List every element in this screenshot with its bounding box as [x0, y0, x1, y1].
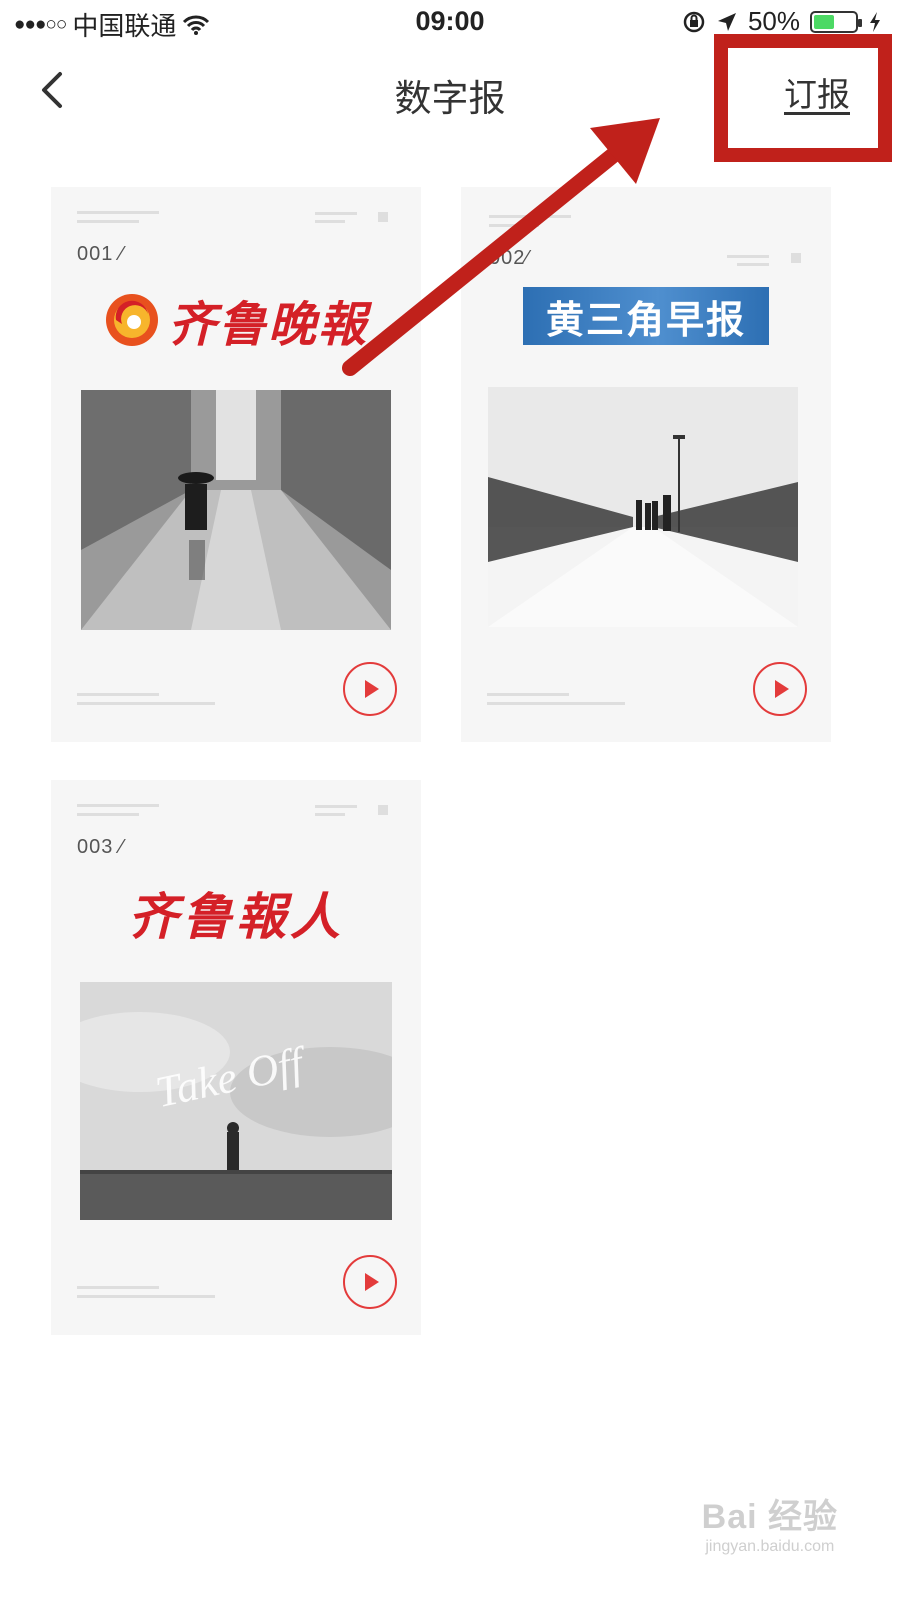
play-button[interactable] [753, 662, 807, 716]
play-button[interactable] [343, 1255, 397, 1309]
paper-name: 齐鲁報人 [128, 889, 344, 945]
decorative-line [487, 693, 569, 696]
status-right: 50% [682, 6, 882, 37]
decorative-line [77, 1295, 215, 1298]
paper-name: 齐鲁晚報 [167, 299, 368, 352]
decorative-line [489, 224, 539, 227]
annotation-highlight-box [714, 34, 892, 162]
battery-fill [814, 14, 834, 29]
decorative-line [727, 255, 769, 258]
baidu-jingyan-watermark: Bai 经验 jingyan.baidu.com [702, 1489, 838, 1556]
play-icon [365, 1273, 379, 1291]
watermark-brand: Bai 经验 [701, 1498, 838, 1536]
play-button[interactable] [343, 662, 397, 716]
paper-masthead: 黄三角早报 [461, 285, 831, 347]
charging-bolt-icon [870, 11, 880, 32]
decorative-line [315, 813, 345, 816]
qilu-logo-icon [105, 294, 158, 346]
cover-photo: Take Off [80, 982, 392, 1220]
decorative-square [378, 805, 388, 815]
orientation-lock-icon [683, 11, 705, 32]
decorative-line [489, 215, 571, 218]
decorative-line [487, 702, 625, 705]
watermark-url: jingyan.baidu.com [705, 1538, 835, 1555]
paper-masthead: 齐鲁晚報 [51, 287, 421, 353]
decorative-line [77, 702, 215, 705]
battery-icon [810, 10, 862, 33]
paper-number: 002⁄ [489, 247, 530, 269]
decorative-line [737, 263, 769, 266]
decorative-line [77, 1286, 159, 1289]
cover-photo [488, 387, 798, 627]
cover-photo [81, 390, 391, 630]
decorative-line [77, 804, 159, 807]
newspaper-card-yellow-delta-morning[interactable]: 002⁄ 黄三角早报 [461, 187, 831, 742]
battery-percent: 50% [747, 6, 800, 36]
decorative-line [315, 212, 357, 215]
play-icon [365, 680, 379, 698]
paper-name: 黄三角早报 [545, 297, 746, 342]
decorative-line [77, 693, 159, 696]
decorative-line [77, 211, 159, 214]
decorative-line [315, 805, 357, 808]
battery-cap [858, 18, 862, 27]
paper-masthead: 齐鲁報人 [51, 880, 421, 946]
back-button[interactable] [30, 66, 78, 114]
newspaper-card-qilu-journalist[interactable]: 003 ⁄ 齐鲁報人 Take Off [51, 780, 421, 1335]
decorative-line [315, 220, 345, 223]
decorative-line [77, 813, 139, 816]
decorative-square [378, 212, 388, 222]
play-icon [775, 680, 789, 698]
decorative-square [791, 253, 801, 263]
decorative-line [77, 220, 139, 223]
paper-number: 003 ⁄ [77, 836, 125, 858]
paper-name-banner: 黄三角早报 [523, 287, 769, 345]
paper-number: 001 ⁄ [77, 243, 125, 265]
newspaper-card-qilu-evening[interactable]: 001 ⁄ 齐鲁晚報 [51, 187, 421, 742]
chevron-left-icon [42, 72, 62, 108]
location-arrow-icon [717, 12, 736, 31]
